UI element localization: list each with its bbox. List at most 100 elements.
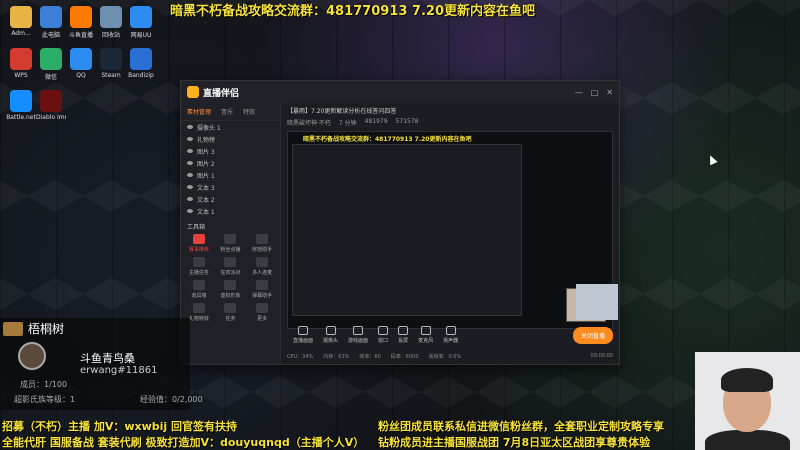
layer-item[interactable]: 图片 3 <box>181 145 280 157</box>
desktop-icon[interactable]: QQ <box>66 48 96 79</box>
cast-icon <box>398 326 409 335</box>
clan-overlay: 梧桐树 斗鱼青鸟桑 erwang#11861 成员：1/100 超影氏族等级：1… <box>0 318 203 410</box>
app-logo-icon <box>187 86 199 98</box>
streamer-webcam <box>695 352 800 450</box>
sidebar-tabs: 素材管理 音乐 特效 <box>181 103 280 121</box>
stream-info: 【暴雨】7.20更新解读分析在线答问四答 暗黑破坏神·不朽 7 分钟 48197… <box>281 103 619 129</box>
tool-item[interactable]: 多人连麦 <box>248 257 276 276</box>
layer-item[interactable]: 文本 2 <box>181 193 280 205</box>
clan-exp: 经验值：0/2,000 <box>140 395 203 404</box>
desktop-icon[interactable]: Bandizip <box>126 48 156 79</box>
stop-live-button[interactable]: 关闭直播 <box>572 327 613 344</box>
desktop-icon[interactable]: WPS <box>6 48 36 79</box>
status-bar: CPU：34% 内存：62% 帧率：60 码率：6000 丢帧率：0.0% 00… <box>287 353 613 360</box>
app-icon <box>40 90 62 112</box>
layer-item[interactable]: 摄像头 1 <box>181 121 280 133</box>
toolbox-title: 工具箱 <box>187 224 206 231</box>
layer-item[interactable]: 礼物榜 <box>181 133 280 145</box>
tool-item[interactable]: 虚拟形象 <box>217 280 245 299</box>
stream-title[interactable]: 【暴雨】7.20更新解读分析在线答问四答 <box>287 106 613 115</box>
layer-item[interactable]: 图片 2 <box>181 157 280 169</box>
eye-icon[interactable] <box>187 137 193 141</box>
tool-item[interactable]: 任务 <box>217 303 245 322</box>
layer-item[interactable]: 文本 1 <box>181 205 280 217</box>
desktop-icon-label: Adm... <box>11 30 31 37</box>
desktop-icon[interactable]: Battle.net <box>6 90 36 121</box>
stream-preview[interactable]: 暗黑不朽备战攻略交流群：481770913 7.20更新内容在鱼吧 <box>287 131 613 329</box>
app-icon <box>100 6 122 28</box>
desktop-icon[interactable]: Steam <box>96 48 126 79</box>
app-titlebar[interactable]: 直播伴侣 — □ ✕ <box>181 81 619 103</box>
toolbar-item[interactable]: 摄像头 <box>323 326 338 344</box>
desktop-icon-label: 微信 <box>44 74 57 81</box>
eye-icon[interactable] <box>187 197 193 201</box>
tool-item[interactable]: 粉丝点播 <box>217 234 245 253</box>
tool-item[interactable]: 房管助手 <box>248 234 276 253</box>
desktop-icon-label: Bandizip <box>128 72 154 79</box>
desktop-icon-label: 回收站 <box>101 32 120 39</box>
tool-item[interactable]: 狂欢派对 <box>217 257 245 276</box>
tool-item[interactable]: 更多 <box>248 303 276 322</box>
small-webcam-feed <box>576 284 618 320</box>
desktop-icon[interactable]: 斗鱼直播 <box>66 6 96 39</box>
player-title: 斗鱼青鸟桑 <box>80 352 135 365</box>
app-icon <box>10 6 32 28</box>
desktop-icon-label: WPS <box>14 72 28 79</box>
layer-item[interactable]: 文本 3 <box>181 181 280 193</box>
desktop-icon[interactable]: 回收站 <box>96 6 126 39</box>
tab-materials[interactable]: 素材管理 <box>187 107 211 116</box>
toolbar-item[interactable]: 直播画面 <box>293 326 313 344</box>
app-icon <box>70 48 92 70</box>
eye-icon[interactable] <box>187 125 193 129</box>
toolbar-item[interactable]: 游戏画面 <box>348 326 368 344</box>
tool-item[interactable]: 弹幕助手 <box>248 280 276 299</box>
tool-item[interactable]: 赛事推荐 <box>185 234 213 253</box>
tool-icon <box>192 280 205 290</box>
window-icon <box>378 326 389 335</box>
tool-icon <box>192 303 205 313</box>
toolbar-item[interactable]: 窗口 <box>378 326 388 344</box>
webcam-shirt <box>705 430 790 450</box>
app-icon <box>130 48 152 70</box>
tool-icon <box>224 303 237 313</box>
eye-icon[interactable] <box>187 209 193 213</box>
eye-icon[interactable] <box>187 161 193 165</box>
clan-level: 超影氏族等级：1 <box>14 395 76 404</box>
window-controls: — □ ✕ <box>575 88 613 97</box>
desktop-icon[interactable]: 微信 <box>36 48 66 81</box>
tool-icon <box>256 234 269 244</box>
eye-icon[interactable] <box>187 149 193 153</box>
tool-item[interactable]: 主播任务 <box>185 257 213 276</box>
eye-icon[interactable] <box>187 185 193 189</box>
minimize-icon[interactable]: — <box>575 88 583 97</box>
tool-item[interactable]: 道具墙 <box>185 280 213 299</box>
tab-music[interactable]: 音乐 <box>221 107 233 116</box>
screen-icon <box>298 326 308 335</box>
toolbar-item[interactable]: 麦克风 <box>418 326 433 344</box>
layer-item[interactable]: 图片 1 <box>181 169 280 181</box>
live-companion-window[interactable]: 直播伴侣 — □ ✕ 素材管理 音乐 特效 摄像头 1 礼物榜 图片 3 图片 … <box>180 80 620 365</box>
desktop-icon-label: 斗鱼直播 <box>68 32 93 39</box>
app-icon <box>40 48 62 70</box>
desktop-icon[interactable]: 此电脑 <box>36 6 66 39</box>
toolbar-item[interactable]: 投屏 <box>398 326 408 344</box>
desktop-icon-label: Battle.net <box>6 114 36 121</box>
maximize-icon[interactable]: □ <box>591 88 599 97</box>
live-timer: 00:00:00 <box>590 353 613 359</box>
eye-icon[interactable] <box>187 173 193 177</box>
camera-icon <box>325 326 336 335</box>
desktop-icon-label: Steam <box>101 72 121 79</box>
close-icon[interactable]: ✕ <box>606 88 613 97</box>
desktop-icon[interactable]: Adm... <box>6 6 36 37</box>
desktop-icon[interactable]: 网易UU <box>126 6 156 39</box>
app-sidebar: 素材管理 音乐 特效 摄像头 1 礼物榜 图片 3 图片 2 图片 1 文本 3… <box>181 103 281 364</box>
tab-effects[interactable]: 特效 <box>243 107 255 116</box>
preview-nested-capture <box>292 144 522 316</box>
desktop-icon[interactable]: Diablo Immortal <box>36 90 66 121</box>
player-id: erwang#11861 <box>80 365 158 376</box>
toolbar-item[interactable]: 扬声器 <box>443 326 458 344</box>
app-title: 直播伴侣 <box>203 88 240 99</box>
layer-list: 摄像头 1 礼物榜 图片 3 图片 2 图片 1 文本 3 文本 2 文本 1 <box>181 121 280 217</box>
tool-icon <box>192 234 205 244</box>
top-banner: 暗黑不朽备战攻略交流群：481770913 7.20更新内容在鱼吧 <box>170 4 536 19</box>
